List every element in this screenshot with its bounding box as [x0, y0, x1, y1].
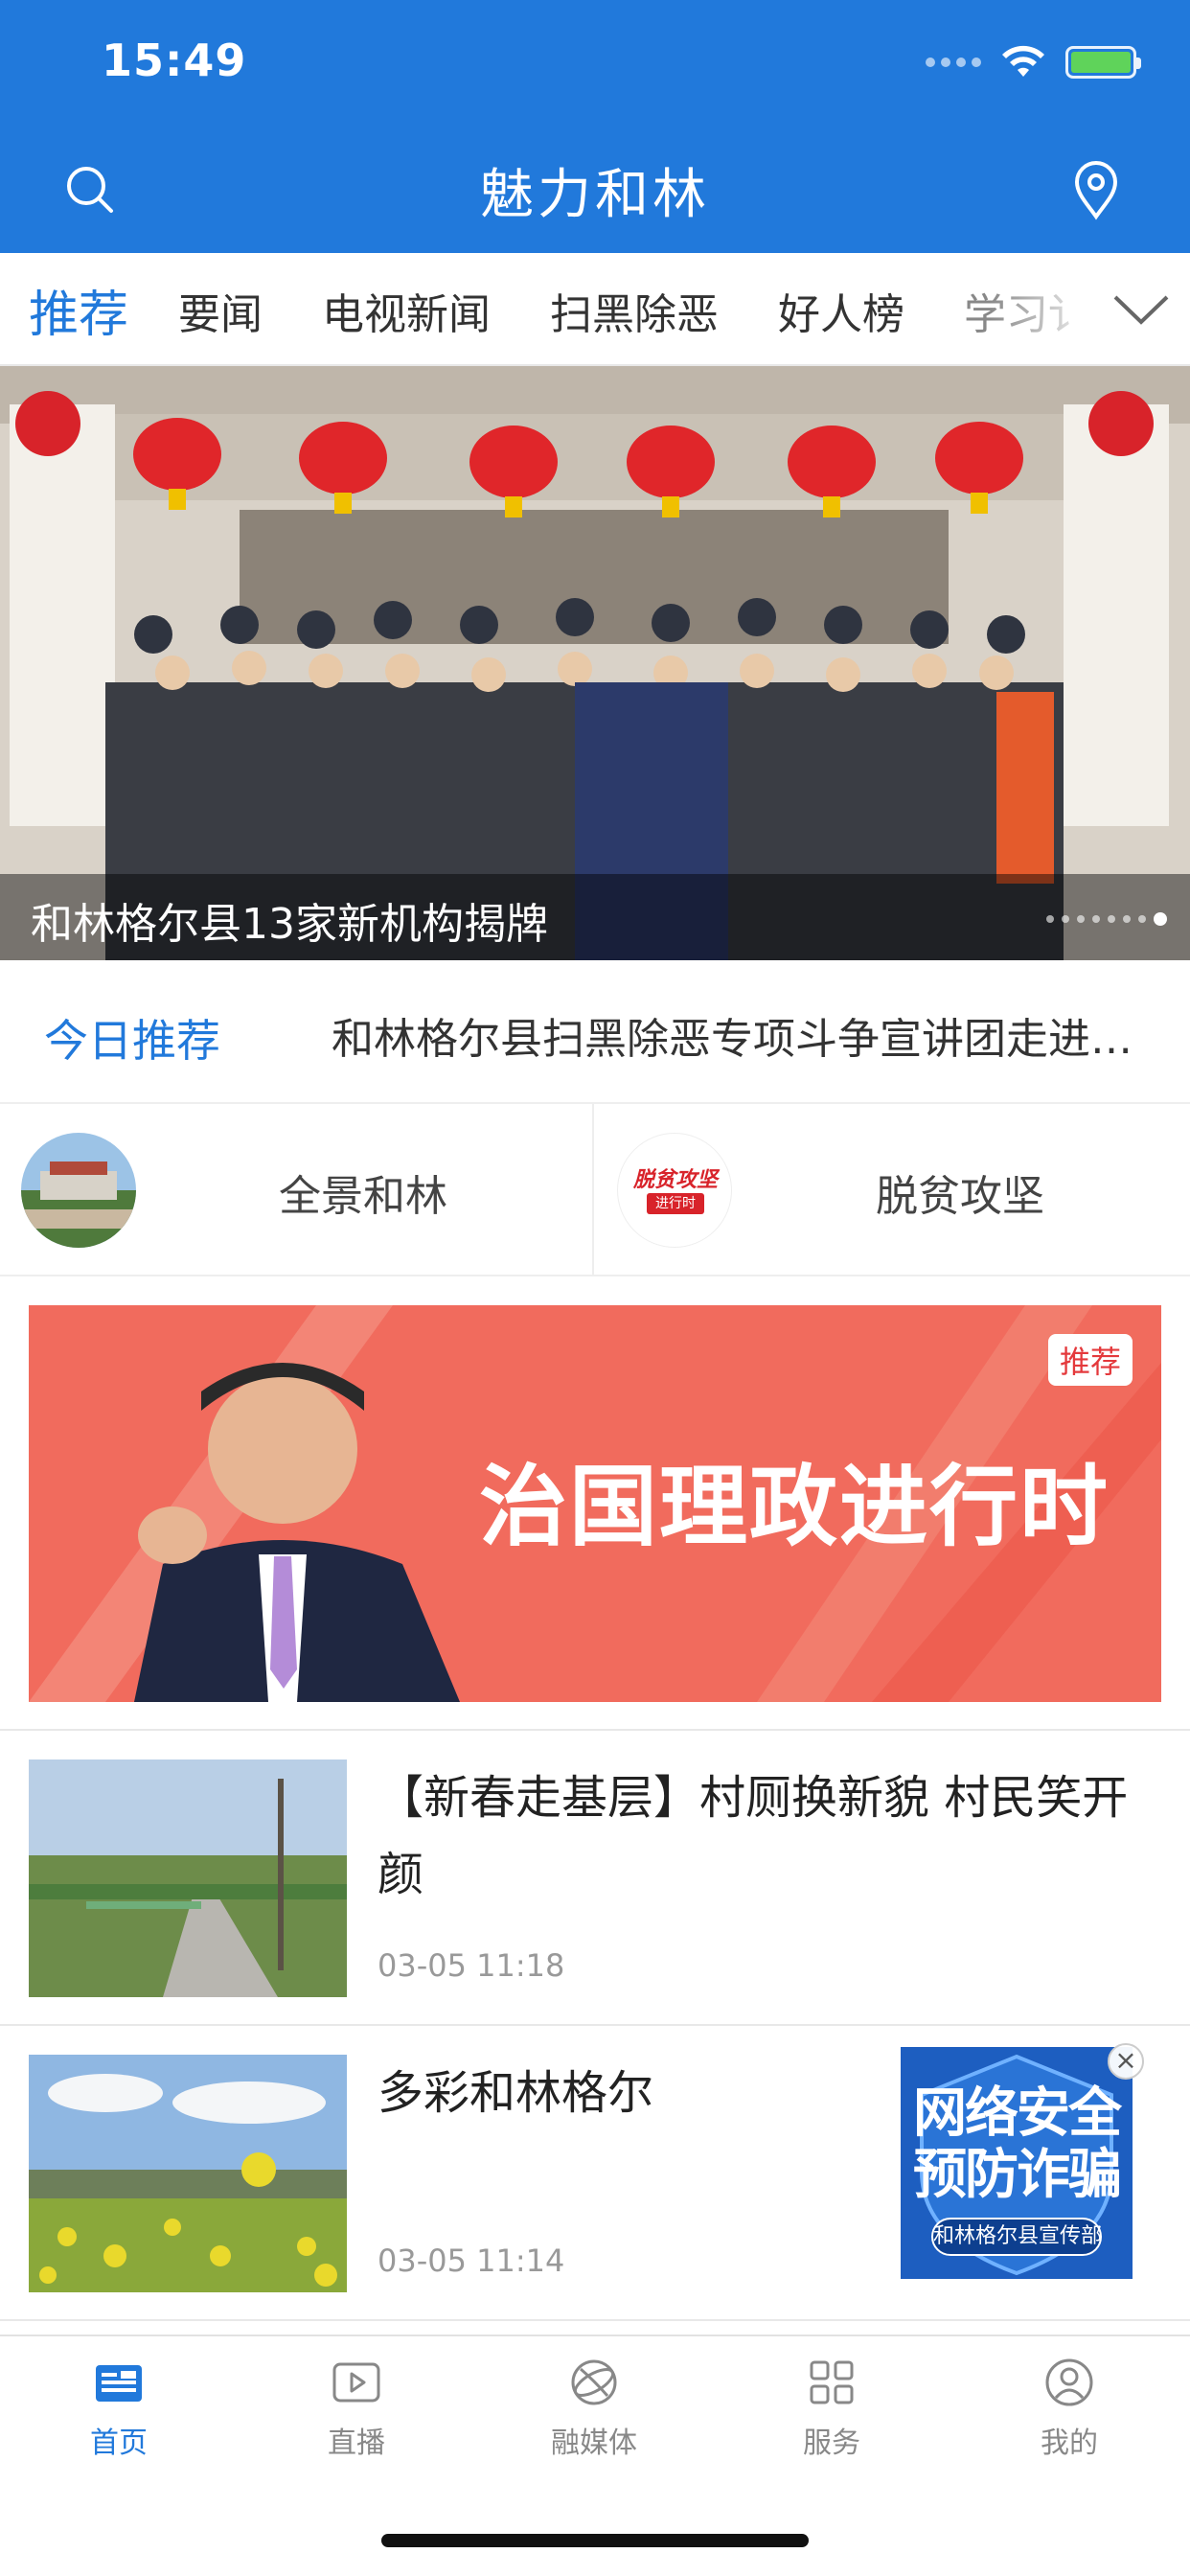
news-time: 03-05 11:18 [378, 1947, 565, 1984]
home-news-icon [96, 2365, 142, 2402]
home-indicator[interactable] [381, 2534, 809, 2547]
nav-home-label: 首页 [90, 2426, 148, 2460]
tabs-more[interactable] [1085, 253, 1190, 364]
news-thumb [29, 1760, 347, 1997]
news-time: 03-05 11:14 [378, 2242, 565, 2279]
panorama-thumb [21, 1133, 136, 1248]
nav-media[interactable]: 融媒体 [475, 2356, 713, 2461]
promo-banner[interactable]: 推荐 治国理政进行时 [29, 1305, 1161, 1702]
play-icon [332, 2362, 380, 2403]
today-recommend-headline[interactable]: 和林格尔县扫黑除恶专项斗争宣讲团走进… [332, 1004, 1156, 1066]
shortcut-panorama-label: 全景和林 [279, 1172, 447, 1221]
carousel-pagination [1046, 912, 1167, 926]
user-icon [1045, 2358, 1093, 2406]
nav-mine-label: 我的 [1041, 2426, 1098, 2460]
globe-icon [571, 2359, 617, 2405]
shortcut-poverty[interactable]: 脱贫攻坚 进行时 脱贫攻坚 [596, 1104, 1190, 1275]
hero-carousel[interactable]: 和林格尔县13家新机构揭牌 [0, 366, 1190, 960]
tab-tv-news[interactable]: 电视新闻 [322, 280, 491, 341]
banner-title: 治国理政进行时 [479, 1456, 1110, 1558]
banner-recommend-tag: 推荐 [1047, 1334, 1133, 1386]
news-thumb [29, 2055, 347, 2292]
ad-footer: 和林格尔县宣传部 [931, 2218, 1102, 2256]
shortcut-poverty-label: 脱贫攻坚 [876, 1172, 1044, 1221]
today-recommend[interactable]: 今日推荐 和林格尔县扫黑除恶专项斗争宣讲团走进… [0, 960, 1190, 1104]
grid-icon [810, 2360, 854, 2404]
signal-icon [926, 58, 981, 67]
news-item[interactable]: 【新春走基层】村厕换新貌 村民笑开颜 03-05 11:18 [0, 1731, 1190, 2024]
nav-service[interactable]: 服务 [713, 2356, 950, 2461]
nav-mine[interactable]: 我的 [950, 2356, 1188, 2461]
tab-anti-crime[interactable]: 扫黑除恶 [550, 280, 719, 341]
carousel-caption-bar: 和林格尔县13家新机构揭牌 [0, 874, 1190, 960]
today-recommend-label: 今日推荐 [44, 1015, 220, 1067]
status-time: 15:49 [102, 34, 247, 86]
nav-live-label: 直播 [328, 2426, 385, 2460]
nav-home[interactable]: 首页 [0, 2356, 238, 2461]
nav-media-label: 融媒体 [551, 2426, 637, 2460]
nav-live[interactable]: 直播 [238, 2356, 475, 2461]
battery-charging-icon [1065, 46, 1141, 79]
floating-ad[interactable]: 网络安全 预防诈骗 和林格尔县宣传部 [901, 2047, 1133, 2279]
divider [0, 2319, 1190, 2321]
status-icons [926, 44, 1141, 80]
tab-recommend[interactable]: 推荐 [29, 274, 128, 346]
poverty-thumb: 脱贫攻坚 进行时 [617, 1133, 732, 1248]
ad-close-icon[interactable]: × [1108, 2043, 1144, 2080]
carousel-caption: 和林格尔县13家新机构揭牌 [31, 900, 548, 949]
tab-good-people[interactable]: 好人榜 [778, 280, 904, 341]
shortcut-panorama[interactable]: 全景和林 [0, 1104, 594, 1275]
shortcut-cards: 全景和林 脱贫攻坚 进行时 脱贫攻坚 [0, 1104, 1190, 1276]
news-title: 【新春走基层】村厕换新貌 村民笑开颜 [378, 1771, 1129, 1901]
ad-line2: 预防诈骗 [913, 2144, 1122, 2206]
hero-photo [0, 366, 1190, 960]
location-icon[interactable] [1069, 159, 1123, 220]
app-title: 魅力和林 [480, 164, 710, 226]
wifi-icon [1002, 45, 1044, 77]
tab-headlines[interactable]: 要闻 [178, 280, 263, 341]
nav-service-label: 服务 [803, 2426, 860, 2460]
app-header: 15:49 魅力和林 [0, 0, 1190, 253]
channel-tabs: 推荐 要闻 电视新闻 扫黑除恶 好人榜 学习讠 [0, 253, 1190, 366]
chevron-down-icon[interactable] [1111, 293, 1171, 328]
